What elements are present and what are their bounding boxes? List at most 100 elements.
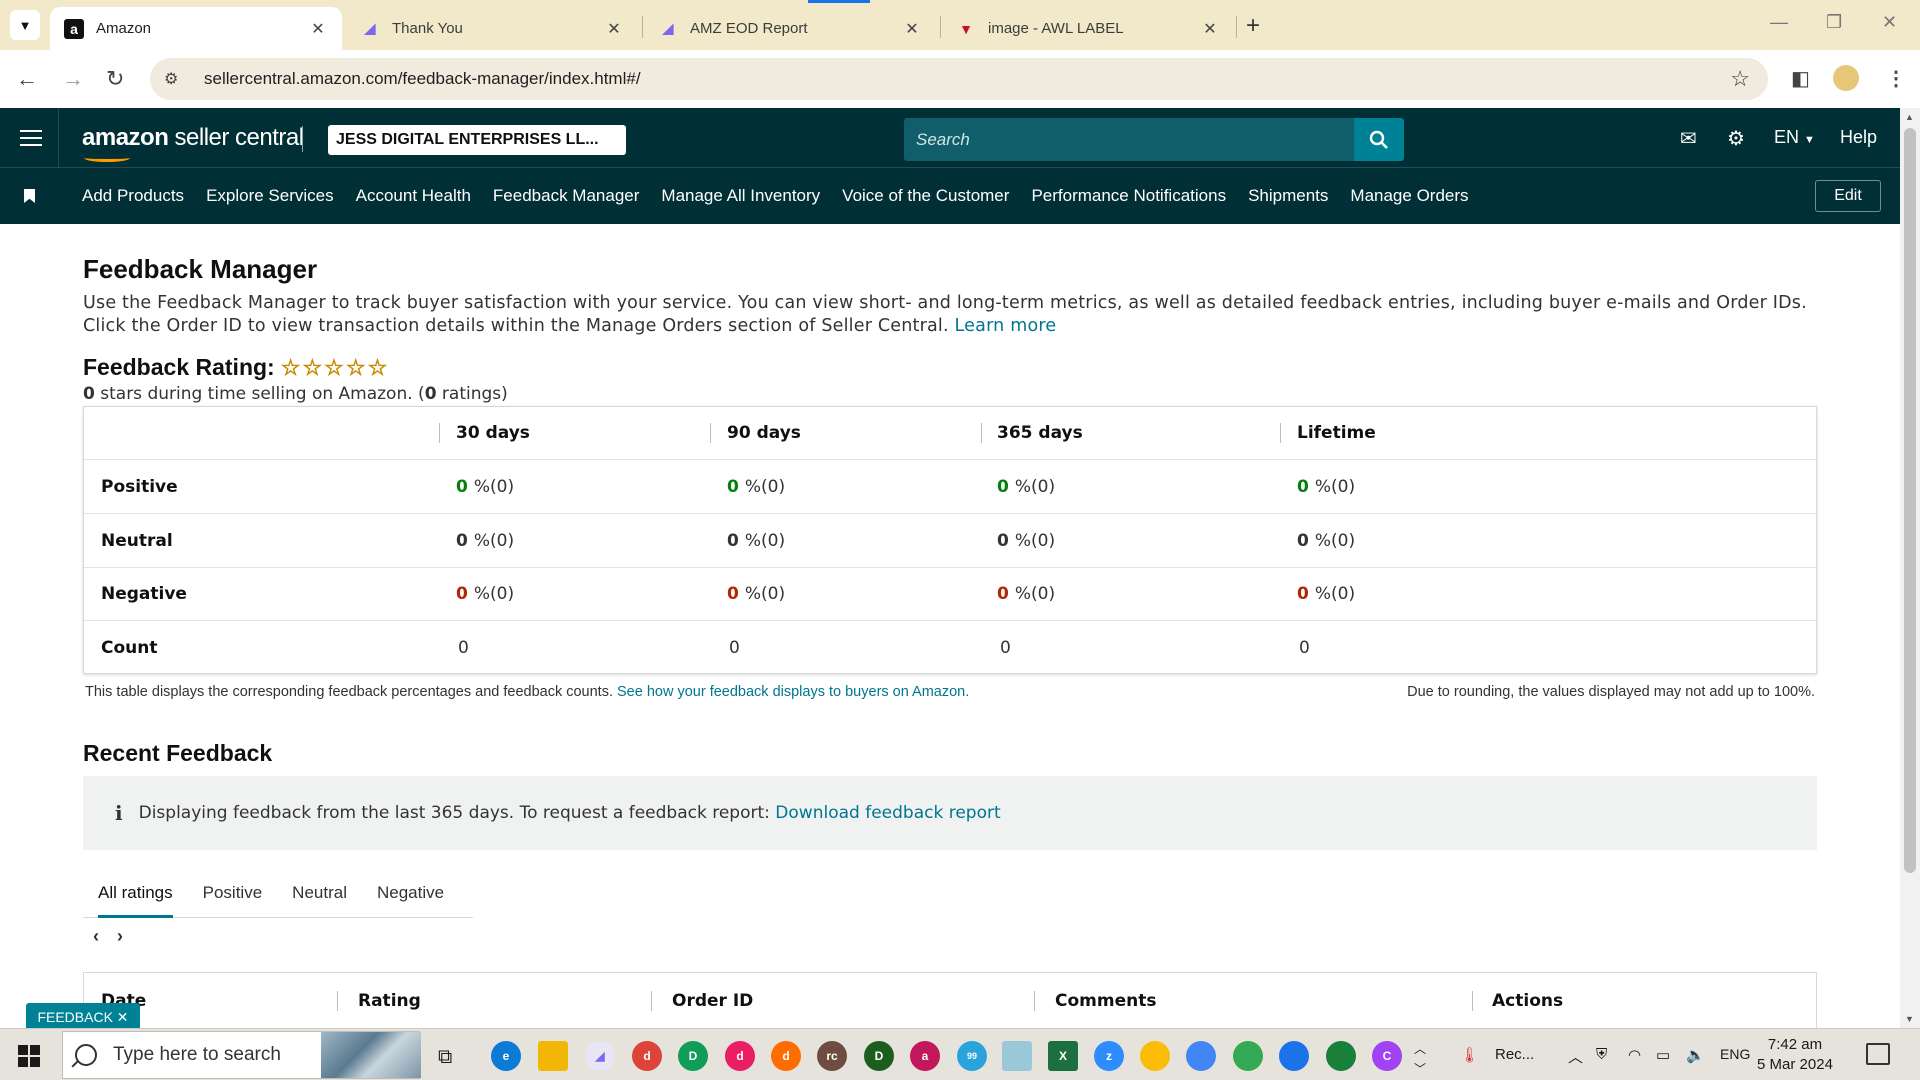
gear-icon[interactable]: ⚙ (1727, 126, 1745, 151)
restore-icon[interactable]: ❐ (1826, 12, 1842, 33)
volume-icon[interactable]: 🔈 (1686, 1046, 1705, 1064)
chrome-profile-icon[interactable] (1279, 1041, 1309, 1071)
language-selector[interactable]: EN ▼ (1774, 127, 1815, 148)
nav-add-products[interactable]: Add Products (82, 186, 184, 206)
page-scrollbar[interactable]: ▲ ▼ (1900, 108, 1920, 1028)
account-switcher[interactable]: JESS DIGITAL ENTERPRISES LL... (328, 125, 626, 155)
more-menu-icon[interactable]: ⋮ (1886, 66, 1906, 91)
chrome-profile-icon[interactable] (1233, 1041, 1263, 1071)
tab-search-button[interactable]: ▼ (10, 10, 40, 40)
new-tab-plus-icon[interactable]: + (1246, 12, 1260, 40)
site-info-icon[interactable]: ⚙ (164, 69, 186, 89)
table-cell: 0 %(0) (456, 568, 514, 620)
nav-feedback-manager[interactable]: Feedback Manager (493, 186, 639, 206)
divider (302, 126, 303, 152)
feedback-widget-button[interactable]: FEEDBACK ✕ (26, 1003, 140, 1031)
tab-negative[interactable]: Negative (362, 868, 459, 918)
bookmark-icon[interactable] (24, 189, 35, 203)
close-icon[interactable]: ✕ (1200, 19, 1220, 39)
taskbar-scroll-icon[interactable]: ︿ ﹀ (1414, 1039, 1426, 1079)
column-header-actions[interactable]: Actions (1492, 973, 1563, 1029)
task-view-icon[interactable]: ⧉ (438, 1046, 452, 1069)
nav-voice-of-the-customer[interactable]: Voice of the Customer (842, 186, 1009, 206)
column-header-order-id[interactable]: Order ID (672, 973, 753, 1029)
cell-value: 0 (456, 476, 468, 497)
seller-central-logo[interactable]: amazon seller central (82, 124, 304, 162)
edit-nav-button[interactable]: Edit (1815, 180, 1881, 212)
tab-positive[interactable]: Positive (188, 868, 278, 918)
buyer-display-link[interactable]: See how your feedback displays to buyers… (617, 684, 969, 700)
chrome-profile-icon[interactable] (1326, 1041, 1356, 1071)
search-input[interactable]: Search (904, 118, 1354, 161)
amazon-smile-icon (84, 154, 130, 162)
cell-suffix: %(0) (1014, 530, 1056, 551)
tab-neutral[interactable]: Neutral (277, 868, 362, 918)
battery-icon[interactable]: ▭ (1656, 1046, 1670, 1064)
learn-more-link[interactable]: Learn more (955, 316, 1057, 336)
chrome-profile-icon[interactable]: D (678, 1041, 708, 1071)
chrome-profile-icon[interactable]: C (1372, 1041, 1402, 1071)
nav-shipments[interactable]: Shipments (1248, 186, 1328, 206)
close-icon[interactable]: ✕ (308, 19, 328, 39)
nav-account-health[interactable]: Account Health (356, 186, 471, 206)
chrome-profile-icon[interactable]: rc (817, 1041, 847, 1071)
nav-manage-all-inventory[interactable]: Manage All Inventory (661, 186, 820, 206)
chrome-profile-icon[interactable]: d (632, 1041, 662, 1071)
column-header-rating[interactable]: Rating (358, 973, 421, 1029)
minimize-icon[interactable]: — (1770, 12, 1788, 33)
column-divider (337, 991, 338, 1011)
forward-arrow-icon[interactable]: → (62, 66, 84, 92)
chevron-right-icon[interactable]: › (117, 926, 123, 947)
windows-start-icon[interactable] (18, 1045, 40, 1067)
browser-tab-awl-label[interactable]: ▼ image - AWL LABEL ✕ (942, 7, 1234, 50)
telegram-icon[interactable]: 99 (957, 1041, 987, 1071)
file-explorer-icon[interactable] (538, 1041, 568, 1071)
chrome-profile-icon[interactable] (1186, 1041, 1216, 1071)
notes-app-icon[interactable] (1002, 1041, 1032, 1071)
nav-performance-notifications[interactable]: Performance Notifications (1031, 186, 1226, 206)
scroll-down-icon[interactable]: ▼ (1905, 1014, 1914, 1024)
input-language[interactable]: ENG (1720, 1046, 1750, 1062)
download-feedback-report-link[interactable]: Download feedback report (775, 803, 1000, 823)
url-text[interactable]: sellercentral.amazon.com/feedback-manage… (204, 69, 641, 89)
weather-text[interactable]: Rec... (1495, 1046, 1534, 1063)
bookmark-star-icon[interactable]: ☆ (1730, 66, 1750, 92)
scrollbar-thumb[interactable] (1904, 128, 1916, 873)
reload-icon[interactable]: ↻ (106, 66, 124, 92)
excel-icon[interactable]: X (1048, 1041, 1078, 1071)
nav-manage-orders[interactable]: Manage Orders (1350, 186, 1468, 206)
hamburger-menu-icon[interactable] (20, 130, 42, 146)
chevron-left-icon[interactable]: ‹ (93, 926, 99, 947)
zoom-icon[interactable]: z (1094, 1041, 1124, 1071)
column-header-comments[interactable]: Comments (1055, 973, 1156, 1029)
browser-tab-amazon[interactable]: a Amazon ✕ (50, 7, 342, 50)
close-icon[interactable]: ✕ (604, 19, 624, 39)
omnibox[interactable]: ⚙ sellercentral.amazon.com/feedback-mana… (150, 58, 1768, 100)
scroll-up-icon[interactable]: ▲ (1905, 112, 1914, 122)
chrome-profile-icon[interactable]: d (725, 1041, 755, 1071)
mail-icon[interactable]: ✉ (1680, 126, 1697, 151)
notification-center-icon[interactable] (1866, 1043, 1890, 1065)
taskbar-clock[interactable]: 7:42 am 5 Mar 2024 (1750, 1035, 1840, 1075)
nav-explore-services[interactable]: Explore Services (206, 186, 334, 206)
help-link[interactable]: Help (1840, 127, 1877, 148)
close-icon[interactable]: ✕ (902, 19, 922, 39)
network-shield-icon[interactable]: ⛨ (1596, 1046, 1607, 1063)
chrome-profile-icon[interactable]: a (910, 1041, 940, 1071)
edge-icon[interactable]: e (491, 1041, 521, 1071)
browser-tab-thank-you[interactable]: ◢ Thank You ✕ (346, 7, 638, 50)
taskbar-search-input[interactable]: Type here to search (62, 1031, 421, 1079)
chrome-icon[interactable] (1140, 1041, 1170, 1071)
wifi-icon[interactable]: ◠ (1628, 1046, 1641, 1064)
chrome-profile-icon[interactable]: d (771, 1041, 801, 1071)
tab-all-ratings[interactable]: All ratings (83, 868, 188, 918)
chrome-profile-icon[interactable]: D (864, 1041, 894, 1071)
profile-avatar[interactable] (1833, 65, 1859, 91)
window-close-icon[interactable]: ✕ (1882, 12, 1897, 33)
side-panel-icon[interactable]: ◧ (1791, 66, 1810, 91)
search-button[interactable] (1354, 118, 1404, 161)
back-arrow-icon[interactable]: ← (16, 66, 38, 92)
show-hidden-icons-icon[interactable]: ︿ (1568, 1046, 1583, 1067)
browser-tab-amz-eod-report[interactable]: ◢ AMZ EOD Report ✕ (644, 7, 936, 50)
clickup-icon[interactable]: ◢ (585, 1041, 615, 1071)
